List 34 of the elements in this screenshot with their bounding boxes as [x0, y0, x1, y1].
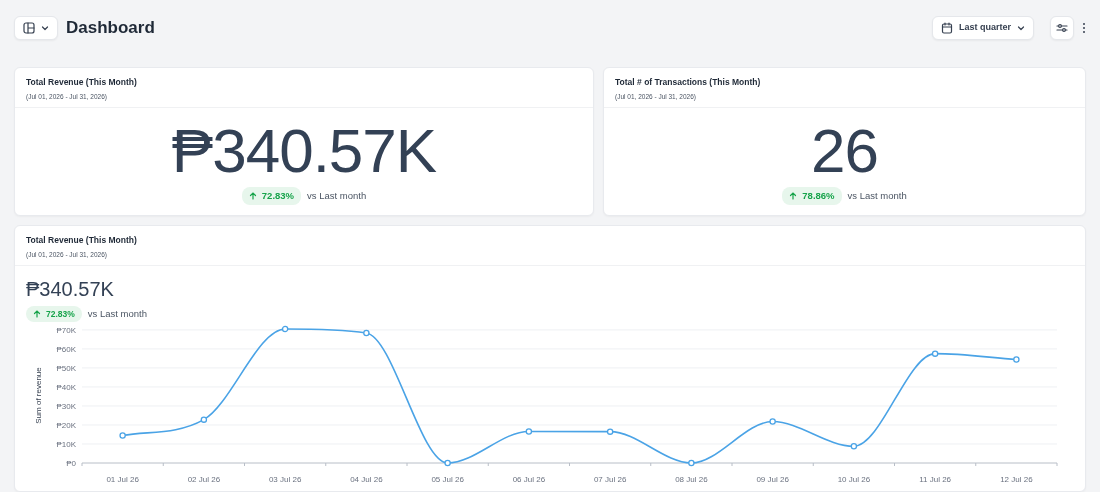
change-badge: 78.86%	[782, 186, 842, 205]
y-tick-label: ₱50K	[56, 364, 76, 374]
y-tick-label: ₱40K	[56, 383, 76, 393]
x-tick-label: 08 Jul 26	[675, 475, 708, 483]
change-badge: 72.83%	[26, 305, 82, 323]
x-tick-label: 12 Jul 26	[1000, 475, 1033, 483]
kpi-value: 26	[810, 119, 879, 182]
y-tick-label: ₱70K	[56, 326, 76, 336]
x-tick-label: 05 Jul 26	[431, 475, 464, 483]
page-title: Dashboard	[66, 17, 155, 39]
comparison-label: vs Last month	[307, 188, 367, 203]
kpi-value: ₱340.57K	[170, 119, 438, 182]
total-value: ₱340.57K	[26, 276, 115, 302]
x-tick-label: 04 Jul 26	[350, 475, 383, 483]
change-badge: 72.83%	[241, 186, 302, 205]
y-tick-label: ₱60K	[56, 345, 76, 355]
y-tick-label: ₱0	[66, 459, 76, 469]
y-axis-title: Sum of revenue	[34, 367, 43, 424]
x-tick-label: 09 Jul 26	[756, 475, 789, 483]
y-tick-label: ₱20K	[56, 421, 76, 431]
x-tick-label: 06 Jul 26	[512, 475, 546, 483]
card-title: Total Revenue (This Month)	[26, 76, 138, 89]
y-tick-label: ₱10K	[56, 440, 76, 450]
x-tick-label: 11 Jul 26	[919, 475, 952, 483]
x-tick-label: 01 Jul 26	[106, 475, 139, 483]
comparison-label: vs Last month	[87, 306, 147, 321]
x-tick-label: 02 Jul 26	[187, 475, 221, 483]
y-tick-label: ₱30K	[56, 402, 76, 412]
x-tick-label: 03 Jul 26	[268, 475, 302, 483]
x-tick-label: 10 Jul 26	[837, 475, 871, 483]
card-title: Total Revenue (This Month)	[26, 234, 138, 247]
card-title: Total # of Transactions (This Month)	[615, 76, 762, 89]
x-tick-label: 07 Jul 26	[593, 475, 627, 483]
comparison-label: vs Last month	[847, 188, 907, 203]
